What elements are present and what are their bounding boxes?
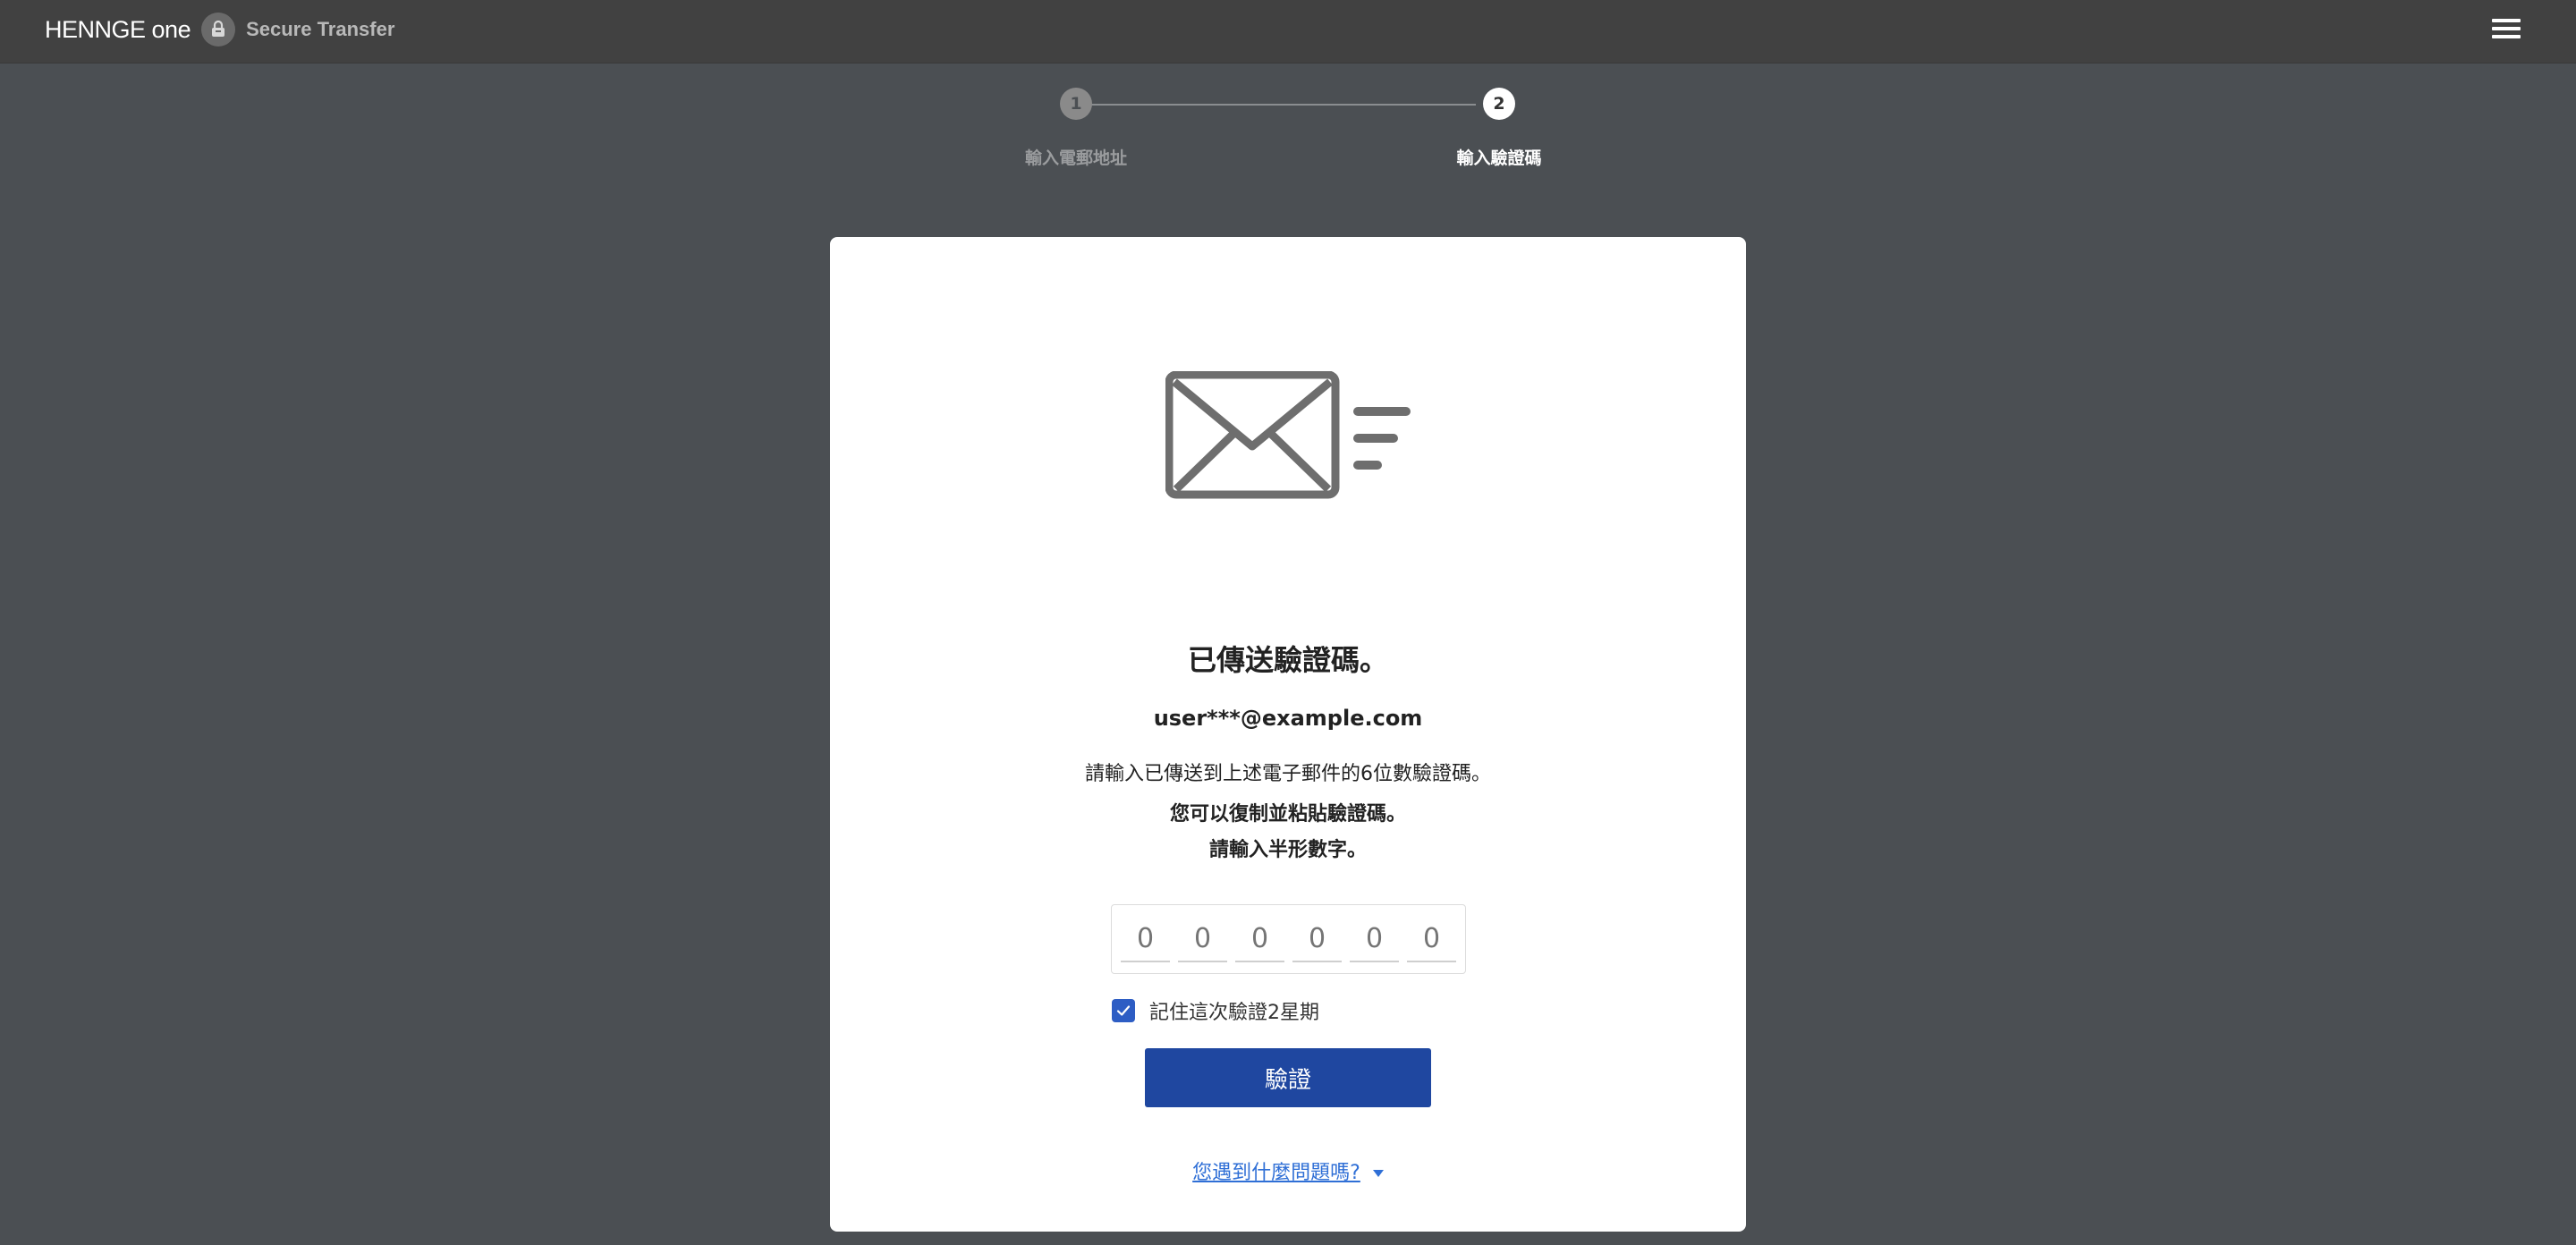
code-digit-5[interactable] [1350, 916, 1399, 962]
step-1-label: 輸入電郵地址 [1024, 148, 1127, 168]
code-input-group [1111, 904, 1466, 974]
remember-option: 記住這次驗證2星期 [1112, 997, 1319, 1024]
code-digit-4[interactable] [1292, 916, 1342, 962]
hint-line-1: 您可以復制並粘貼驗證碼。 [1169, 803, 1406, 826]
help-link[interactable]: 您遇到什麼問題嗎? [1192, 1162, 1360, 1184]
hint-line-2: 請輸入半形數字。 [1208, 839, 1367, 861]
caret-down-icon[interactable] [1372, 1170, 1384, 1177]
verification-card: 已傳送驗證碼。 user***@example.com 請輸入已傳送到上述電子郵… [830, 237, 1746, 1232]
code-digit-1[interactable] [1121, 916, 1170, 962]
page-title: 已傳送驗證碼。 [1187, 643, 1388, 677]
code-digit-3[interactable] [1235, 916, 1284, 962]
step-1-circle: 1 [1060, 88, 1092, 120]
hint-text: 您可以復制並粘貼驗證碼。 請輸入半形數字。 [830, 797, 1746, 868]
code-digit-6[interactable] [1407, 916, 1456, 962]
recipient-email: user***@example.com [1153, 706, 1423, 731]
instruction-text: 請輸入已傳送到上述電子郵件的6位數驗證碼。 [1085, 763, 1491, 785]
remember-label: 記住這次驗證2星期 [1149, 1002, 1319, 1024]
check-icon [1116, 1005, 1131, 1016]
envelope-sent-icon [1165, 371, 1411, 499]
remember-checkbox[interactable] [1112, 999, 1135, 1022]
stepper: 1 2 輸入電郵地址 輸入驗證碼 [0, 0, 2576, 179]
step-2-label: 輸入驗證碼 [1456, 148, 1542, 168]
code-digit-2[interactable] [1178, 916, 1227, 962]
step-2-circle: 2 [1483, 88, 1515, 120]
step-connector [1091, 104, 1476, 106]
help-toggle[interactable]: 您遇到什麼問題嗎? [830, 1156, 1746, 1185]
verify-button[interactable]: 驗證 [1145, 1048, 1431, 1107]
